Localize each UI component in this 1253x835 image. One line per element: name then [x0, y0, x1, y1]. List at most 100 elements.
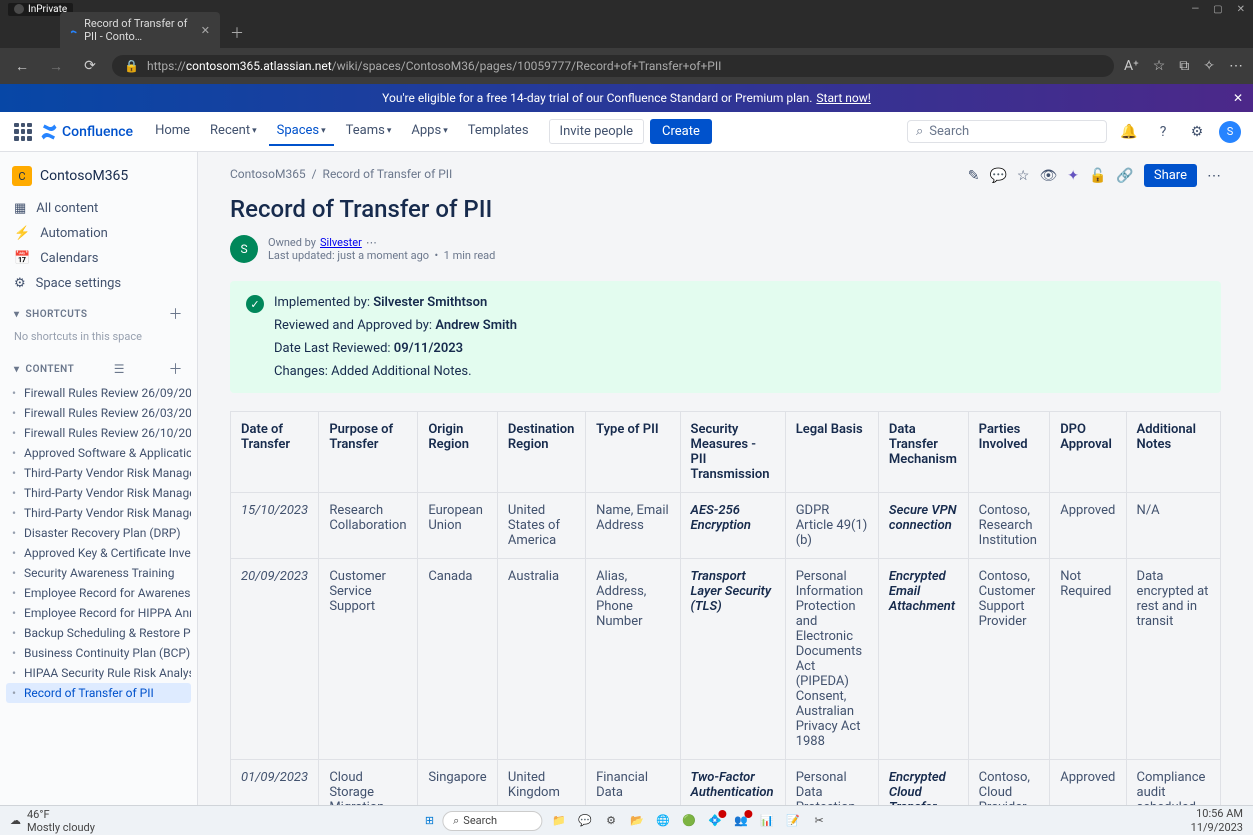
- task-icon[interactable]: ✂: [810, 812, 828, 830]
- task-icon[interactable]: 🌐: [654, 812, 672, 830]
- more-actions-icon[interactable]: ⋯: [1207, 168, 1221, 184]
- owner-link[interactable]: Silvester: [320, 236, 362, 249]
- nav-link-spaces[interactable]: Spaces▾: [269, 117, 334, 146]
- tree-item[interactable]: Firewall Rules Review 26/03/2023: [6, 403, 191, 423]
- search-input[interactable]: ⌕ Search: [907, 120, 1107, 143]
- presenter-icon[interactable]: ✦: [1067, 168, 1079, 184]
- task-icon[interactable]: 📊: [758, 812, 776, 830]
- sidebar-item-icon: ⚡: [14, 226, 30, 241]
- content-section[interactable]: ▾ CONTENT ☰ ＋: [6, 351, 191, 383]
- task-icon[interactable]: 👥: [732, 812, 750, 830]
- tree-item[interactable]: Approved Key & Certificate Inventory: [6, 543, 191, 563]
- tree-item[interactable]: Firewall Rules Review 26/10/2022: [6, 423, 191, 443]
- nav-link-recent[interactable]: Recent▾: [202, 117, 265, 146]
- new-tab-button[interactable]: ＋: [220, 18, 254, 48]
- watch-icon[interactable]: 👁: [1039, 168, 1057, 184]
- sidebar-item-icon: ▦: [14, 201, 26, 216]
- invite-people-button[interactable]: Invite people: [549, 119, 645, 144]
- minimize-button[interactable]: —: [1191, 4, 1199, 15]
- task-icon[interactable]: 🟢: [680, 812, 698, 830]
- sidebar-item-all-content[interactable]: ▦All content: [6, 196, 191, 221]
- table-header: DPO Approval: [1050, 412, 1126, 493]
- refresh-button[interactable]: ⟳: [78, 58, 102, 74]
- tree-item[interactable]: HIPAA Security Rule Risk Analysis: [6, 663, 191, 683]
- share-button[interactable]: Share: [1144, 164, 1197, 187]
- tab-strip: Record of Transfer of PII - Conto… ✕ ＋: [0, 18, 1253, 48]
- sidebar-item-automation[interactable]: ⚡Automation: [6, 221, 191, 246]
- read-aloud-icon[interactable]: A⁺: [1124, 58, 1139, 74]
- sort-icon[interactable]: ☰: [114, 362, 125, 376]
- task-icon[interactable]: ⚙: [602, 812, 620, 830]
- task-icon[interactable]: 📝: [784, 812, 802, 830]
- star-icon[interactable]: ☆: [1017, 168, 1030, 184]
- add-page-button[interactable]: ＋: [169, 359, 184, 379]
- maximize-button[interactable]: ▢: [1213, 4, 1222, 15]
- task-icon[interactable]: 📂: [628, 812, 646, 830]
- sidebar-item-icon: ⚙: [14, 276, 26, 291]
- favorite-icon[interactable]: ☆: [1153, 58, 1166, 74]
- weather-widget[interactable]: ☁ 46°FMostly cloudy: [10, 808, 95, 834]
- close-window-button[interactable]: ✕: [1237, 4, 1245, 15]
- table-header: Additional Notes: [1126, 412, 1220, 493]
- create-button[interactable]: Create: [650, 119, 712, 144]
- page-title: Record of Transfer of PII: [230, 195, 1221, 223]
- tree-item[interactable]: Approved Software & Applications List: [6, 443, 191, 463]
- windows-taskbar[interactable]: ☁ 46°FMostly cloudy ⊞ ⌕Search 📁 💬 ⚙ 📂 🌐 …: [0, 805, 1253, 835]
- tree-item[interactable]: Employee Record for HIPPA Annual Traini…: [6, 603, 191, 623]
- tree-item[interactable]: Business Continuity Plan (BCP): [6, 643, 191, 663]
- shortcuts-section[interactable]: ▾ SHORTCUTS ＋: [6, 296, 191, 328]
- nav-link-teams[interactable]: Teams▾: [338, 117, 400, 146]
- tree-item[interactable]: Record of Transfer of PII: [6, 683, 191, 703]
- tree-item[interactable]: Firewall Rules Review 26/09/2023: [6, 383, 191, 403]
- tree-item[interactable]: Third-Party Vendor Risk Management - 2…: [6, 503, 191, 523]
- window-controls[interactable]: — ▢ ✕: [1191, 4, 1245, 15]
- trial-close-icon[interactable]: ✕: [1233, 91, 1243, 105]
- tree-item[interactable]: Backup Scheduling & Restore Procedure: [6, 623, 191, 643]
- browser-toolbar: ← → ⟳ 🔒 https://contosom365.atlassian.ne…: [0, 48, 1253, 84]
- tree-item[interactable]: Security Awareness Training: [6, 563, 191, 583]
- chevron-down-icon: ▾: [443, 126, 448, 136]
- start-icon[interactable]: ⊞: [425, 814, 434, 827]
- trial-start-link[interactable]: Start now!: [816, 91, 870, 105]
- more-icon[interactable]: ⋯: [366, 236, 377, 249]
- browser-menu-icon[interactable]: ⋯: [1229, 58, 1243, 74]
- restrictions-lock-icon[interactable]: 🔓: [1089, 168, 1106, 184]
- extensions-icon[interactable]: ✧: [1203, 58, 1215, 74]
- help-icon[interactable]: ?: [1151, 120, 1175, 144]
- link-icon[interactable]: 🔗: [1116, 168, 1133, 184]
- task-icon[interactable]: 📁: [550, 812, 568, 830]
- forward-button[interactable]: →: [44, 58, 68, 75]
- space-header[interactable]: C ContosoM365: [6, 162, 191, 196]
- address-bar[interactable]: 🔒 https://contosom365.atlassian.net/wiki…: [112, 55, 1114, 77]
- nav-link-templates[interactable]: Templates: [460, 117, 537, 146]
- nav-link-apps[interactable]: Apps▾: [403, 117, 455, 146]
- breadcrumb-space[interactable]: ContosoM365: [230, 167, 306, 181]
- comment-icon[interactable]: 💬: [989, 168, 1006, 184]
- tree-item[interactable]: Disaster Recovery Plan (DRP): [6, 523, 191, 543]
- user-avatar[interactable]: S: [1219, 121, 1241, 143]
- chevron-down-icon: ▾: [14, 364, 20, 375]
- tab-close-icon[interactable]: ✕: [201, 24, 210, 37]
- browser-tab[interactable]: Record of Transfer of PII - Conto… ✕: [60, 12, 220, 48]
- notifications-icon[interactable]: 🔔: [1117, 120, 1141, 144]
- settings-gear-icon[interactable]: ⚙: [1185, 120, 1209, 144]
- sidebar-item-space-settings[interactable]: ⚙Space settings: [6, 271, 191, 296]
- task-icon[interactable]: 💠: [706, 812, 724, 830]
- add-shortcut-button[interactable]: ＋: [169, 304, 184, 324]
- app-switcher-icon[interactable]: [12, 121, 34, 143]
- search-icon: ⌕: [916, 124, 923, 139]
- taskbar-search[interactable]: ⌕Search: [442, 811, 542, 831]
- system-clock[interactable]: 10:56 AM 11/9/2023: [1191, 807, 1243, 833]
- nav-links: HomeRecent▾Spaces▾Teams▾Apps▾Templates: [147, 117, 536, 146]
- sidebar-item-calendars[interactable]: 📅Calendars: [6, 246, 191, 271]
- tree-item[interactable]: Third-Party Vendor Risk Management - 2…: [6, 483, 191, 503]
- author-avatar[interactable]: S: [230, 235, 258, 263]
- tree-item[interactable]: Third-Party Vendor Risk Management - 2…: [6, 463, 191, 483]
- confluence-logo[interactable]: Confluence: [40, 123, 133, 141]
- nav-link-home[interactable]: Home: [147, 117, 198, 146]
- back-button[interactable]: ←: [10, 58, 34, 75]
- tree-item[interactable]: Employee Record for Awareness Training: [6, 583, 191, 603]
- collections-icon[interactable]: ⧉: [1179, 58, 1189, 74]
- edit-icon[interactable]: ✎: [968, 168, 980, 184]
- task-icon[interactable]: 💬: [576, 812, 594, 830]
